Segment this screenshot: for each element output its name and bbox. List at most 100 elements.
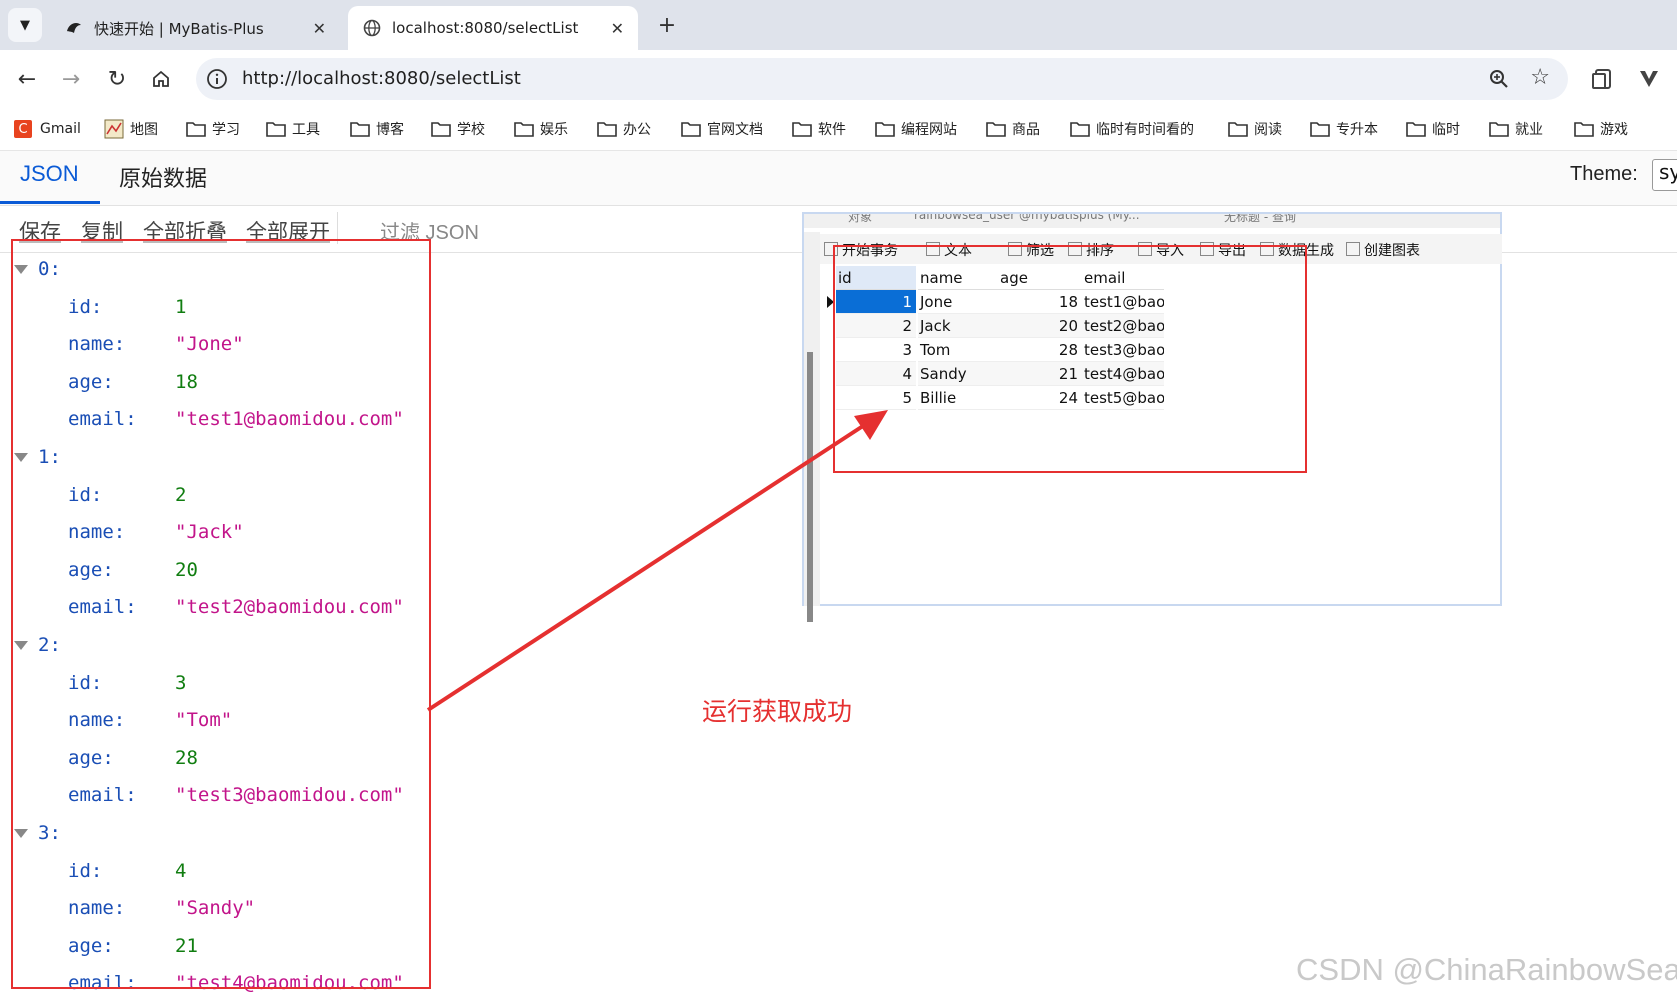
db-table-cell[interactable]: 18 <box>998 290 1082 314</box>
db-toolbar-button[interactable]: 排序 <box>1068 240 1114 260</box>
db-table-cell[interactable]: Tom <box>918 338 998 362</box>
bookmark-folder[interactable]: 阅读 <box>1228 116 1282 142</box>
json-key-text: age: <box>68 934 114 957</box>
bookmark-folder[interactable]: 专升本 <box>1310 116 1378 142</box>
json-value-text: 2 <box>175 483 187 506</box>
bookmark-map[interactable]: 地图 <box>104 116 158 142</box>
tab-raw-data[interactable]: 原始数据 <box>119 161 207 193</box>
folder-icon <box>1310 122 1330 137</box>
close-icon[interactable]: ✕ <box>611 19 624 38</box>
json-value: 28 <box>175 747 198 769</box>
tab-mybatis-plus[interactable]: 快速开始 | MyBatis-Plus ✕ <box>50 6 340 50</box>
db-tab-query[interactable]: 无标题 - 查询 <box>1224 214 1296 225</box>
bookmark-folder[interactable]: 官网文档 <box>681 116 763 142</box>
db-tab-objects[interactable]: 对象 <box>848 214 872 225</box>
db-column-header[interactable]: name <box>918 266 998 290</box>
db-table-cell[interactable]: Jone <box>918 290 998 314</box>
bookmark-folder[interactable]: 编程网站 <box>875 116 957 142</box>
caret-down-icon[interactable] <box>14 453 28 462</box>
bookmark-folder[interactable]: 就业 <box>1489 116 1543 142</box>
chevron-down-icon: ▼ <box>20 17 30 33</box>
bookmarks-bar: C Gmail 地图 学习 工具 博客 学校 娱乐 办公 官网文档 软件 编程网站 商品 临时有时间… <box>0 108 1677 151</box>
db-table-cell[interactable]: Billie <box>918 386 998 410</box>
expand-all-button[interactable]: 全部展开 <box>246 216 330 246</box>
toolbar-icon <box>1138 242 1152 256</box>
tab-search-button[interactable]: ▼ <box>8 8 42 42</box>
json-index-toggle[interactable]: 2: <box>14 634 61 656</box>
bookmark-folder[interactable]: 商品 <box>986 116 1040 142</box>
bookmark-folder[interactable]: 软件 <box>792 116 846 142</box>
zoom-icon[interactable] <box>1488 68 1510 90</box>
gmail-icon: C <box>14 120 32 138</box>
copy-button[interactable]: 复制 <box>81 216 123 246</box>
db-column-header[interactable]: email <box>1082 266 1164 290</box>
db-table-cell[interactable]: 5 <box>836 386 916 410</box>
bookmark-folder[interactable]: 学习 <box>186 116 240 142</box>
db-table-cell[interactable]: Sandy <box>918 362 998 386</box>
collapse-all-button[interactable]: 全部折叠 <box>143 216 227 246</box>
db-table-cell[interactable]: test3@baor <box>1082 338 1164 362</box>
caret-down-icon[interactable] <box>14 641 28 650</box>
db-table-cell[interactable]: 2 <box>836 314 916 338</box>
bookmark-star-icon[interactable]: ☆ <box>1530 67 1550 89</box>
close-icon[interactable]: ✕ <box>313 19 326 38</box>
db-table-cell[interactable]: test5@baor <box>1082 386 1164 410</box>
info-icon[interactable] <box>206 68 228 90</box>
json-index-toggle[interactable]: 0: <box>14 258 61 280</box>
db-table-cell[interactable]: 20 <box>998 314 1082 338</box>
back-button[interactable]: ← <box>12 64 42 94</box>
db-toolbar-button[interactable]: 导出 <box>1200 240 1246 260</box>
tab-localhost[interactable]: localhost:8080/selectList ✕ <box>348 6 638 50</box>
bookmark-folder[interactable]: 工具 <box>266 116 320 142</box>
db-table-cell[interactable]: test1@baor <box>1082 290 1164 314</box>
json-index-toggle[interactable]: 1: <box>14 446 61 468</box>
db-toolbar-button[interactable]: 文本 <box>926 240 972 260</box>
bookmark-folder[interactable]: 办公 <box>597 116 651 142</box>
db-table-cell[interactable]: 4 <box>836 362 916 386</box>
caret-down-icon[interactable] <box>14 829 28 838</box>
bookmark-folder[interactable]: 游戏 <box>1574 116 1628 142</box>
db-toolbar-button[interactable]: 筛选 <box>1008 240 1054 260</box>
db-toolbar-button[interactable]: 导入 <box>1138 240 1184 260</box>
json-index-toggle[interactable]: 3: <box>14 822 61 844</box>
db-column-header[interactable]: age <box>998 266 1082 290</box>
reload-button[interactable]: ↻ <box>102 64 132 94</box>
db-table-cell[interactable]: 21 <box>998 362 1082 386</box>
json-key-text: name: <box>68 333 126 356</box>
caret-down-icon[interactable] <box>14 265 28 274</box>
extensions-icon[interactable] <box>1590 66 1616 92</box>
tab-title: localhost:8080/selectList <box>392 19 579 37</box>
bookmark-gmail[interactable]: C Gmail <box>14 116 81 142</box>
bookmark-folder[interactable]: 临时有时间看的 <box>1070 116 1194 142</box>
db-column-header[interactable]: id <box>836 266 916 290</box>
db-table-cell[interactable]: 24 <box>998 386 1082 410</box>
filter-json-input[interactable]: 过滤 JSON <box>380 216 479 245</box>
db-table-cell[interactable]: 1 <box>836 290 916 314</box>
db-table-cell[interactable]: test4@baor <box>1082 362 1164 386</box>
new-tab-button[interactable]: + <box>652 10 682 40</box>
db-toolbar-button[interactable]: 数据生成 <box>1260 240 1334 260</box>
bookmark-folder[interactable]: 娱乐 <box>514 116 568 142</box>
json-value-text: "test1@baomidou.com" <box>175 408 404 431</box>
json-value: "test1@baomidou.com" <box>175 408 404 430</box>
save-button[interactable]: 保存 <box>19 216 61 246</box>
db-table-cell[interactable]: 28 <box>998 338 1082 362</box>
db-toolbar-button[interactable]: 开始事务 <box>824 240 898 260</box>
db-toolbar-button[interactable]: 创建图表 <box>1346 240 1420 260</box>
address-bar[interactable]: http://localhost:8080/selectList ☆ <box>196 58 1568 100</box>
forward-button[interactable]: → <box>56 64 86 94</box>
bookmark-folder[interactable]: 临时 <box>1406 116 1460 142</box>
theme-select[interactable]: sy <box>1652 159 1677 191</box>
db-table-cell[interactable]: Jack <box>918 314 998 338</box>
tab-json[interactable]: JSON <box>20 161 79 187</box>
scrollbar[interactable] <box>807 352 813 622</box>
profile-extension-icon[interactable] <box>1636 66 1662 92</box>
bookmark-folder[interactable]: 博客 <box>350 116 404 142</box>
bookmark-folder[interactable]: 学校 <box>431 116 485 142</box>
db-table-cell[interactable]: 3 <box>836 338 916 362</box>
db-table-cell[interactable]: test2@baor <box>1082 314 1164 338</box>
db-tab-table[interactable]: rainbowsea_user @mybatisplus (My... <box>914 214 1140 222</box>
json-index-toggle-text: 2: <box>38 634 61 656</box>
home-button[interactable] <box>146 64 176 94</box>
url-text[interactable]: http://localhost:8080/selectList <box>242 68 521 89</box>
